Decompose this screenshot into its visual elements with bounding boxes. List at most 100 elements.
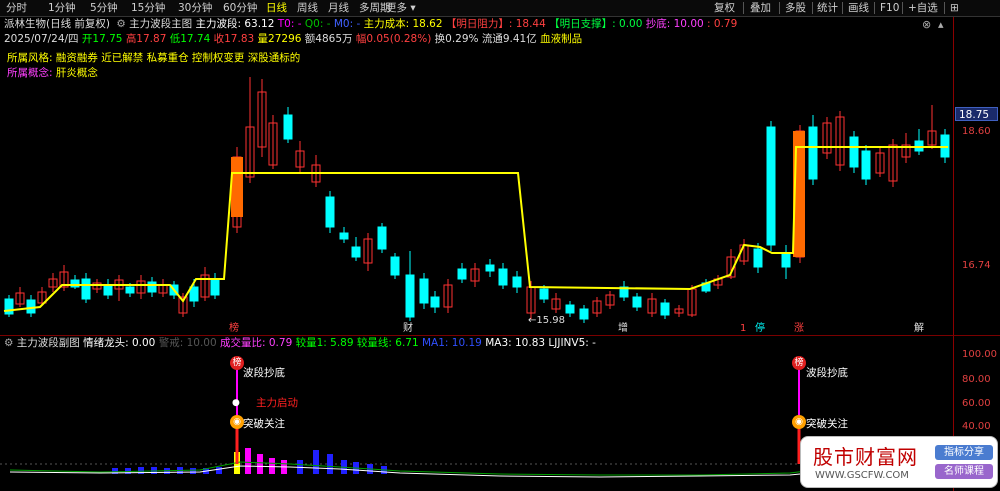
volume-bar [190, 468, 196, 474]
main-chart-panel: 派林生物(日线 前复权) ⚙ 主力波段主图 主力波段: 63.12 T0: - … [0, 17, 1000, 335]
candle-body [457, 268, 467, 280]
emotion-value: 情绪龙头: 0.00 [83, 337, 156, 349]
candle-body [808, 126, 818, 180]
sub-axis-60: 60.00 [962, 398, 991, 409]
quote-open: 开17.75 [81, 33, 123, 45]
event-marker-one[interactable]: 1 [740, 322, 746, 335]
bottom-value: 抄底: 10.00 [645, 18, 704, 30]
event-marker-limitup[interactable]: 涨 [794, 322, 804, 335]
volume-bar [269, 458, 275, 474]
candle-body [325, 196, 335, 228]
m0-value: M0: - [333, 18, 361, 30]
quote-amount: 额4865万 [304, 33, 353, 45]
q0-value: Q0: - [304, 18, 331, 30]
add-watchlist-button[interactable]: +自选 [908, 1, 938, 16]
layout-grid-icon[interactable]: ⊞ [950, 1, 959, 16]
concept-value: 肝炎概念 [55, 67, 98, 79]
quote-close: 收17.83 [213, 33, 255, 45]
wave-value: 主力波段: 63.12 [195, 18, 275, 30]
wave-bottom-label: 波段抄底 [243, 367, 285, 379]
f10-button[interactable]: F10 [880, 1, 899, 16]
period-toolbar: 分时 1分钟 5分钟 15分钟 30分钟 60分钟 日线 周线 月线 多周期 更… [0, 0, 1000, 17]
sub-title[interactable]: 主力波段副图 [17, 337, 80, 349]
candle-body [753, 248, 763, 268]
statistics-button[interactable]: 统计 [817, 1, 838, 16]
settings-gear-icon[interactable]: ⚙ [116, 18, 125, 30]
candle-body [390, 256, 400, 276]
concept-label: 所属概念: [7, 67, 53, 79]
extra-value: : 0.79 [707, 18, 738, 30]
candle-body [210, 278, 220, 296]
candle-body [405, 274, 415, 318]
quote-low: 低17.74 [169, 33, 211, 45]
candle-body [147, 281, 157, 293]
event-marker-bang[interactable]: 榜 [229, 322, 239, 335]
quote-float: 流通9.41亿 [481, 33, 537, 45]
indicator-name[interactable]: 主力波段主图 [129, 18, 192, 30]
style-line: 所属风格: 融资融券 近已解禁 私募重仓 控制权变更 深股通标的 [7, 52, 300, 65]
tab-monthly[interactable]: 月线 [328, 1, 349, 16]
candle-body [189, 286, 199, 302]
bang-badge: 榜 [230, 356, 244, 370]
event-marker-increase[interactable]: 增 [618, 322, 628, 335]
teacher-course-button[interactable]: 名师课程 [935, 464, 993, 479]
breakout-icon: ◉ [230, 415, 244, 429]
sub-header: ⚙ 主力波段副图 情绪龙头: 0.00 警戒: 10.00 成交量比: 0.79… [4, 337, 596, 350]
vol2-value: 较量线: 6.71 [356, 337, 419, 349]
candle-body [351, 246, 361, 258]
tab-5min[interactable]: 5分钟 [90, 1, 118, 16]
candle-body [660, 302, 670, 316]
tab-more[interactable]: 更多 ▾ [386, 1, 416, 16]
tab-1min[interactable]: 1分钟 [48, 1, 76, 16]
ljjinv-value: LJJINV5: - [548, 337, 596, 349]
collapse-icon[interactable]: ⊗ [922, 18, 931, 31]
price-axis: 18.75 18.60 16.74 [953, 17, 1000, 335]
indicator-share-button[interactable]: 指标分享 [935, 445, 993, 460]
chevron-up-icon[interactable]: ▴ [938, 18, 944, 31]
tab-weekly[interactable]: 周线 [297, 1, 318, 16]
low-price-marker: ←15.98 [528, 315, 566, 326]
overlay-button[interactable]: 叠加 [750, 1, 771, 16]
candle-body [377, 226, 387, 250]
tab-30min[interactable]: 30分钟 [178, 1, 212, 16]
axis-label-1860: 18.60 [962, 126, 991, 137]
tab-60min[interactable]: 60分钟 [223, 1, 257, 16]
tab-15min[interactable]: 15分钟 [131, 1, 165, 16]
breakout-label-1: 突破关注 [243, 418, 285, 430]
volume-bar [245, 448, 251, 474]
tab-minute[interactable]: 分时 [6, 1, 27, 16]
candle-body [103, 284, 113, 296]
sub-settings-gear-icon[interactable]: ⚙ [4, 337, 13, 349]
event-marker-unlock[interactable]: 解 [914, 322, 924, 335]
event-marker-halt[interactable]: 停 [755, 322, 765, 335]
adjust-button[interactable]: 复权 [714, 1, 735, 16]
quote-change: 幅0.05(0.28%) [355, 33, 432, 45]
cost-line [3, 146, 948, 312]
quote-volume: 量27296 [257, 33, 302, 45]
candle-body [430, 296, 440, 308]
event-marker-finance[interactable]: 财 [403, 322, 413, 335]
watermark-logo: 股市财富网 WWW.GSCFW.COM 指标分享 名师课程 [800, 436, 998, 488]
candle-body [125, 286, 135, 294]
draw-line-button[interactable]: 画线 [848, 1, 869, 16]
sub-axis-100: 100.00 [962, 349, 997, 360]
ma3-value: MA3: 10.83 [485, 337, 546, 349]
quote-sector[interactable]: 血液制品 [540, 33, 582, 45]
cost-value: 主力成本: 18.62 [363, 18, 443, 30]
main-start-label: 主力启动 [256, 397, 298, 409]
bang-badge-2: 榜 [792, 356, 806, 370]
support-value: 【明日支撑】: 0.00 [549, 18, 643, 30]
alert-value: 警戒: 10.00 [158, 337, 217, 349]
style-label: 所属风格: [7, 52, 53, 64]
sub-axis-40: 40.00 [962, 421, 991, 432]
watermark-url: WWW.GSCFW.COM [815, 470, 909, 481]
multi-stock-button[interactable]: 多股 [785, 1, 806, 16]
candle-body [849, 136, 859, 168]
candle-body [81, 278, 91, 300]
watermark-title: 股市财富网 [813, 445, 918, 469]
tab-daily[interactable]: 日线 [266, 1, 287, 16]
candle-body [781, 252, 791, 268]
candle-body [283, 114, 293, 140]
candle-body [339, 232, 349, 240]
sub-axis-80: 80.00 [962, 374, 991, 385]
